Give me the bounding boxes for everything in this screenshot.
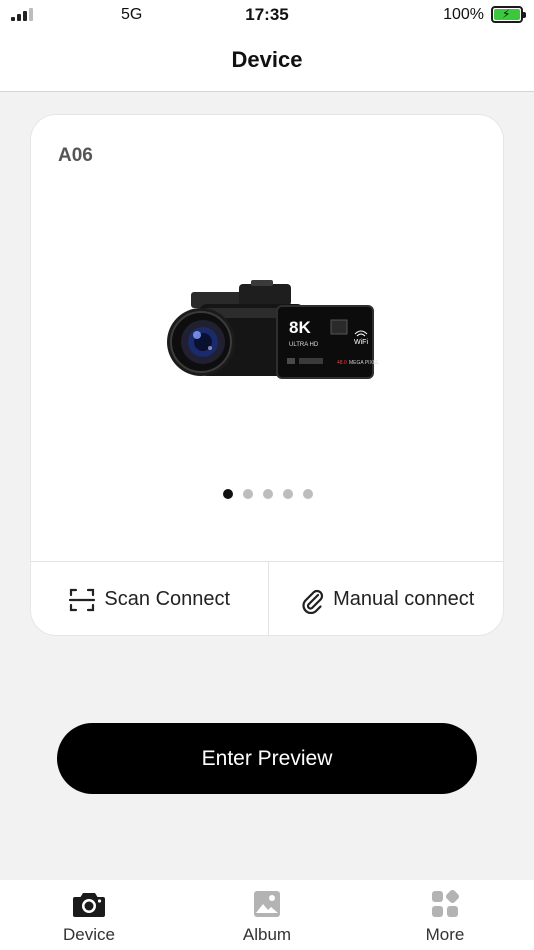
- carousel-dot[interactable]: [243, 489, 253, 499]
- tab-device[interactable]: Device: [0, 880, 178, 950]
- tab-album[interactable]: Album: [178, 880, 356, 950]
- battery-icon: ⚡: [491, 6, 526, 23]
- carousel-dot[interactable]: [263, 489, 273, 499]
- svg-text:48.0: 48.0: [337, 360, 347, 366]
- manual-connect-button[interactable]: Manual connect: [267, 562, 504, 635]
- camera-icon: [73, 893, 105, 917]
- navigation-bar: Device: [0, 30, 534, 92]
- tab-more[interactable]: More: [356, 880, 534, 950]
- tab-album-label: Album: [242, 925, 292, 944]
- grid-icon: [432, 890, 459, 917]
- camcorder-image[interactable]: 8K ULTRA HD WiFi 48.0 MEGA PIXELS: [159, 278, 379, 390]
- scan-connect-label: Scan Connect: [104, 588, 231, 610]
- enter-preview-button[interactable]: Enter Preview: [57, 723, 477, 794]
- tab-device-label: Device: [63, 925, 115, 944]
- carousel-dot[interactable]: [303, 489, 313, 499]
- manual-connect-label: Manual connect: [333, 588, 475, 610]
- status-bar: 5G 17:35 100% ⚡: [0, 0, 534, 30]
- bottom-tab-bar: Device Album More: [0, 880, 534, 950]
- carousel-dot[interactable]: [223, 489, 233, 499]
- svg-text:MEGA PIXELS: MEGA PIXELS: [349, 360, 379, 366]
- image-icon: [254, 891, 280, 917]
- paperclip-icon: [302, 589, 324, 614]
- battery-percentage: 100%: [443, 6, 484, 23]
- tab-more-label: More: [425, 925, 465, 944]
- device-card: A06 8K ULTRA HD WiFi 48.0 MEGA PIXEL Sca…: [30, 114, 504, 636]
- carousel-indicator: [31, 489, 503, 499]
- page-title: Device: [231, 47, 303, 72]
- carousel-dot[interactable]: [283, 489, 293, 499]
- scan-icon: [69, 588, 96, 611]
- svg-text:8K: 8K: [289, 318, 311, 337]
- scan-connect-button[interactable]: Scan Connect: [31, 562, 268, 635]
- svg-text:ULTRA HD: ULTRA HD: [289, 342, 319, 348]
- connect-actions: Scan Connect Manual connect: [31, 561, 504, 635]
- svg-text:WiFi: WiFi: [354, 339, 368, 346]
- device-model-label: A06: [58, 145, 93, 166]
